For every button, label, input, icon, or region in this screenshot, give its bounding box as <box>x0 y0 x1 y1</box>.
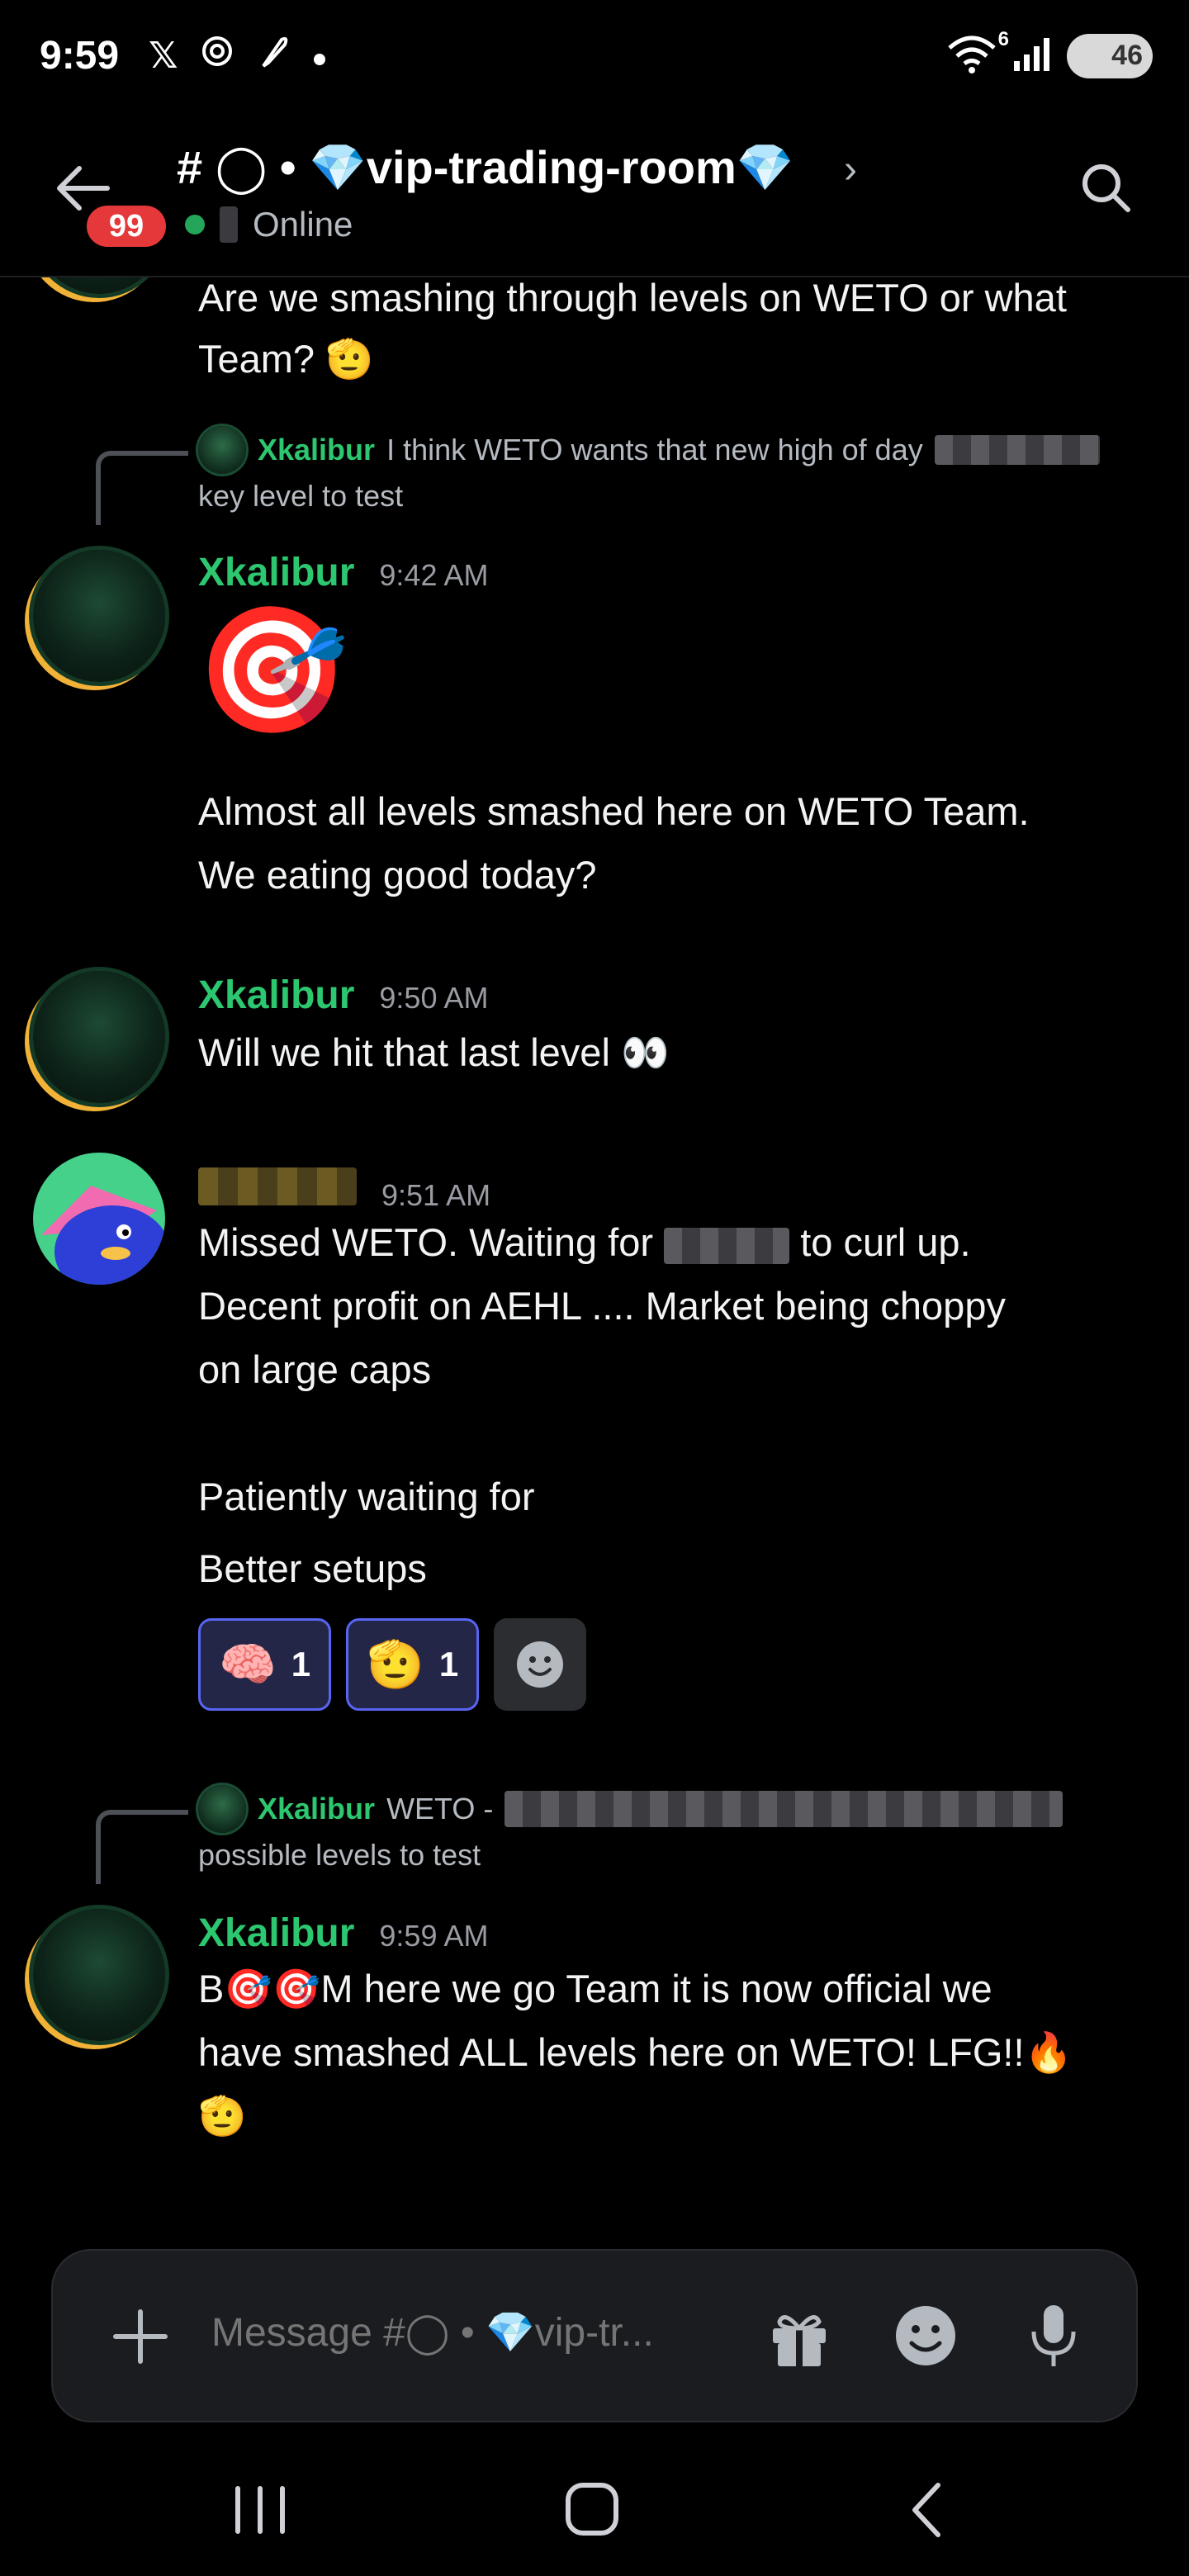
author-name[interactable]: Xkalibur <box>198 973 354 1018</box>
redacted-text <box>220 206 238 243</box>
wifi-label: 6 <box>997 28 1009 50</box>
message-line: B🎯🎯M here we go Team it is now official … <box>198 1967 992 2010</box>
author-name[interactable]: Xkalibur <box>198 550 354 595</box>
battery-level: 46 <box>1111 40 1143 71</box>
message-partial: Are we smashing through levels on WETO o… <box>0 277 1189 381</box>
add-reaction-icon <box>517 1641 564 1688</box>
timestamp: 9:51 AM <box>381 1178 491 1212</box>
reaction-bar: 🧠 1 🫡 1 <box>198 1618 587 1711</box>
avatar[interactable] <box>33 277 165 294</box>
add-reaction-button[interactable] <box>494 1618 587 1711</box>
message-line: Are we smashing through levels on WETO o… <box>198 277 1067 320</box>
message-line: Almost all levels smashed here on WETO T… <box>198 789 1030 833</box>
avatar[interactable] <box>33 550 165 682</box>
reply-text: I think WETO wants that new high of day <box>386 433 923 466</box>
timestamp: 9:59 AM <box>379 1919 489 1953</box>
reply-text: WETO - <box>386 1792 494 1825</box>
timestamp: 9:50 AM <box>379 981 489 1015</box>
message-list[interactable]: Are we smashing through levels on WETO o… <box>0 277 1189 2242</box>
message-header: 9:51 AM <box>198 1167 490 1213</box>
message-line: 🫡 <box>198 2094 247 2138</box>
reply-connector <box>96 1810 188 1884</box>
online-dot-icon <box>185 215 205 234</box>
feather-icon <box>257 33 290 78</box>
message-text: Missed WETO. Waiting for to curl up. Dec… <box>198 1210 1156 1600</box>
message-line: Patiently waiting for <box>198 1475 535 1518</box>
redacted-author-name[interactable] <box>198 1167 357 1205</box>
status-bar: 9:59 𝕏 6 46 <box>0 0 1189 116</box>
presence-status: Online <box>185 205 353 244</box>
chevron-right-icon[interactable]: › <box>844 147 857 192</box>
gift-icon[interactable] <box>765 2302 834 2371</box>
message-line: Team? 🫡 <box>198 337 374 381</box>
microphone-icon[interactable] <box>1019 2299 1088 2373</box>
wifi-icon: 6 <box>946 28 1009 78</box>
redacted-text <box>504 1791 1063 1827</box>
message-text: Are we smashing through levels on WETO o… <box>198 277 1156 390</box>
reaction-salute[interactable]: 🫡 1 <box>346 1618 480 1711</box>
message-header: Xkalibur 9:59 AM <box>198 1911 489 1956</box>
recents-icon[interactable] <box>223 2477 297 2543</box>
reply-text-continued: possible levels to test <box>198 1838 481 1872</box>
avatar[interactable] <box>33 971 165 1103</box>
channel-title[interactable]: # ◯ • 💎vip-trading-room💎 <box>177 140 794 195</box>
reply-avatar <box>198 1785 246 1833</box>
avatar[interactable] <box>33 1153 165 1285</box>
reply-text-continued: key level to test <box>198 479 404 513</box>
reply-connector <box>96 451 188 525</box>
dot-icon <box>311 36 328 77</box>
signal-icon <box>1012 35 1052 77</box>
presence-label: Online <box>253 205 353 244</box>
reply-author: Xkalibur <box>258 1792 376 1825</box>
notification-icons: 𝕏 <box>149 33 328 78</box>
message-line: on large caps <box>198 1347 432 1391</box>
salute-emoji: 🫡 <box>367 1638 424 1690</box>
home-icon[interactable] <box>553 2477 628 2543</box>
message-composer <box>51 2249 1138 2422</box>
message-line: Missed WETO. Waiting for to curl up. <box>198 1220 971 1264</box>
reply-preview[interactable]: Xkalibur WETO - <box>198 1785 1063 1833</box>
status-time: 9:59 <box>40 34 120 78</box>
message-line: have smashed ALL levels here on WETO! LF… <box>198 2030 1073 2074</box>
reaction-count: 1 <box>291 1645 311 1683</box>
message-text: Will we hit that last level 👀 <box>198 1030 670 1074</box>
system-icons: 6 46 <box>946 28 1153 78</box>
redacted-text <box>664 1227 790 1264</box>
battery-icon: 46 <box>1067 33 1153 78</box>
plus-icon[interactable] <box>109 2305 172 2368</box>
message-text: Almost all levels smashed here on WETO T… <box>198 779 1156 907</box>
x-logo-icon: 𝕏 <box>149 36 178 76</box>
message-line: Decent profit on AEHL .... Market being … <box>198 1284 1006 1328</box>
reaction-count: 1 <box>438 1645 459 1683</box>
message-input[interactable] <box>211 2310 773 2356</box>
system-nav-bar <box>0 2444 1189 2576</box>
author-name[interactable]: Xkalibur <box>198 1911 354 1956</box>
emoji-icon[interactable] <box>888 2299 963 2373</box>
search-icon[interactable] <box>1077 159 1136 218</box>
message-header: Xkalibur 9:50 AM <box>198 973 489 1018</box>
reply-preview[interactable]: Xkalibur I think WETO wants that new hig… <box>198 426 1100 474</box>
reply-author: Xkalibur <box>258 433 376 466</box>
avatar[interactable] <box>33 1909 165 2041</box>
timestamp: 9:42 AM <box>379 558 489 592</box>
reaction-brain[interactable]: 🧠 1 <box>198 1618 332 1711</box>
message-line: We eating good today? <box>198 853 597 897</box>
redacted-text <box>934 435 1100 465</box>
reply-avatar <box>198 426 246 474</box>
message-header: Xkalibur 9:42 AM <box>198 550 489 595</box>
message-line: Better setups <box>198 1546 427 1590</box>
channel-header: 99 # ◯ • 💎vip-trading-room💎 › Online <box>0 116 1189 277</box>
nav-back-icon[interactable] <box>892 2477 966 2543</box>
message-text: B🎯🎯M here we go Team it is now official … <box>198 1957 1156 2147</box>
brain-emoji: 🧠 <box>219 1638 277 1690</box>
bullseye-emoji: 🎯 <box>195 600 349 739</box>
openai-icon <box>199 33 235 78</box>
unread-badge: 99 <box>83 201 170 251</box>
